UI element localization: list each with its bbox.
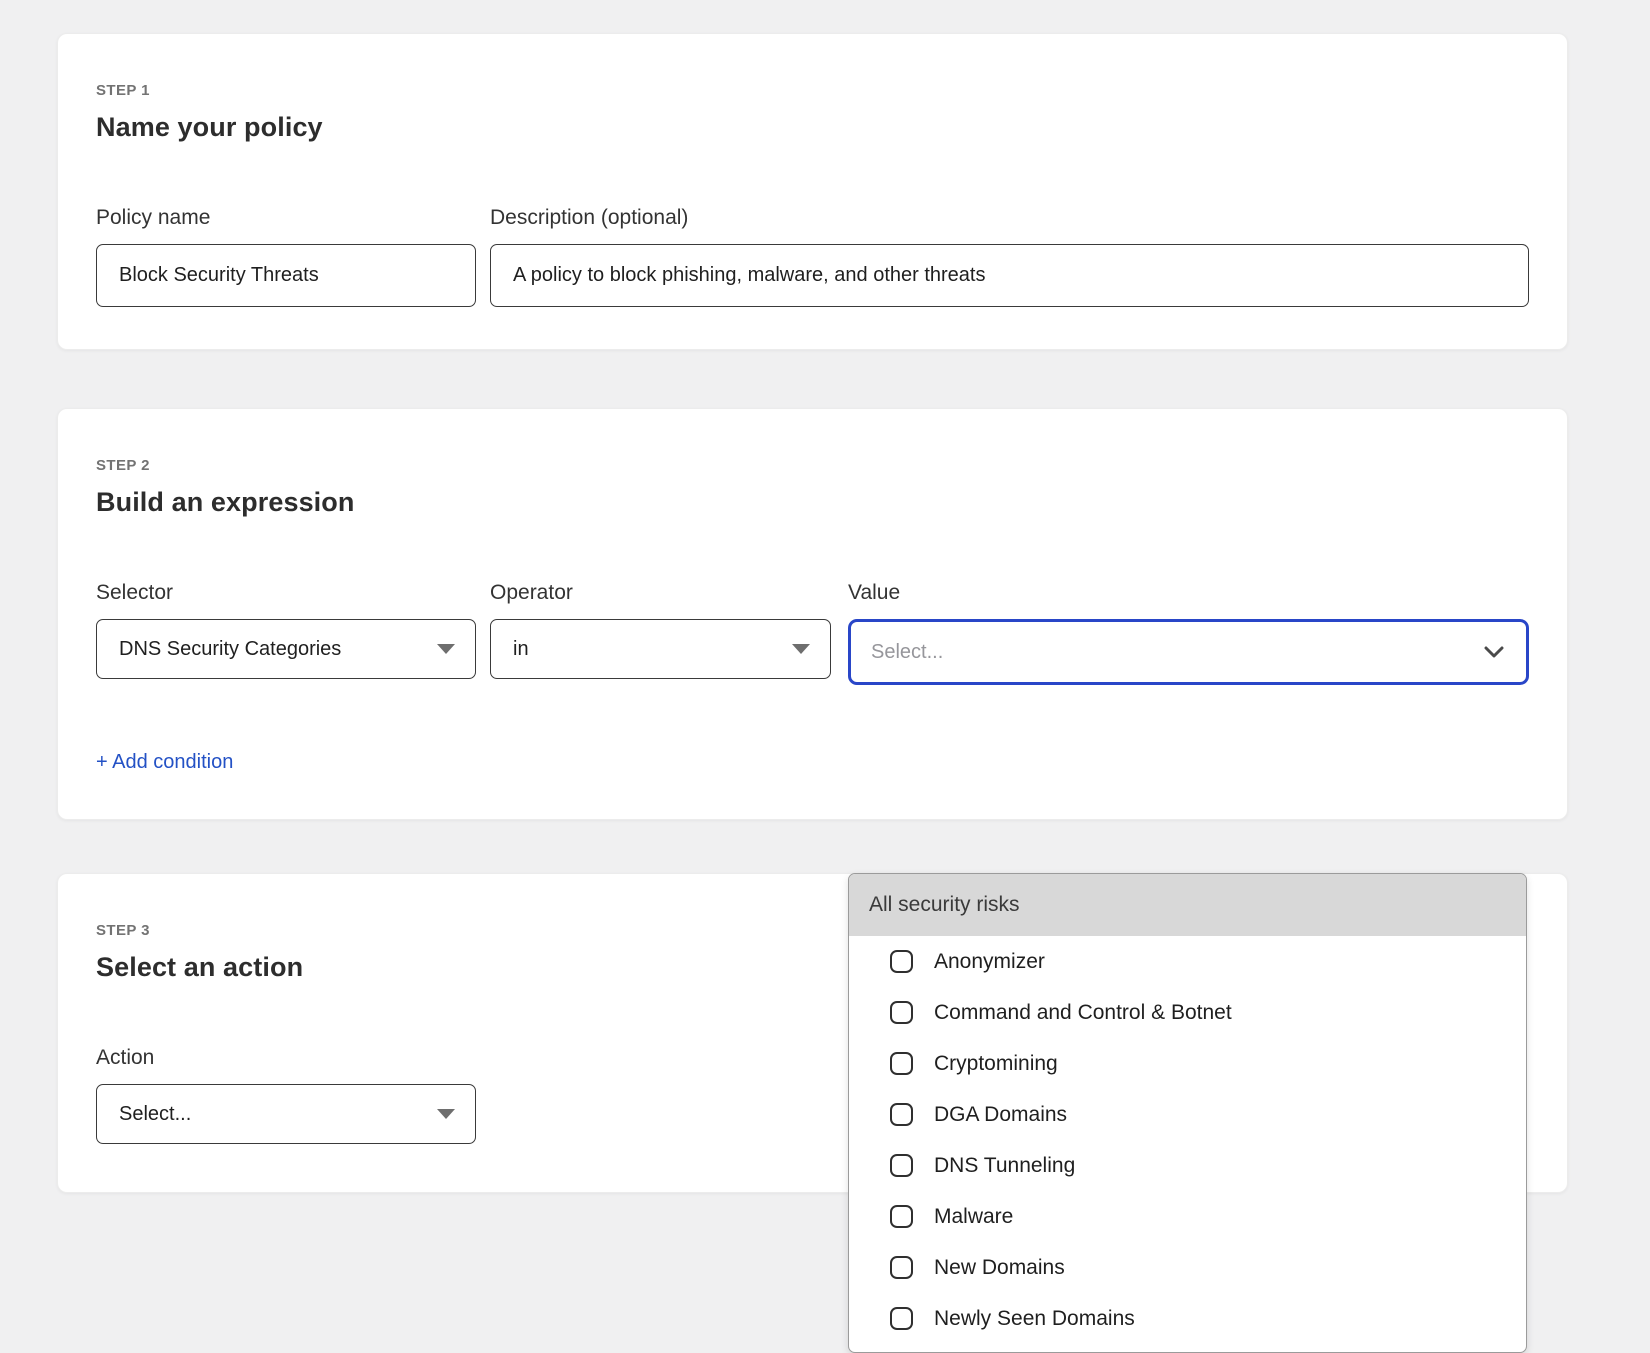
dropdown-option-label: DNS Tunneling — [934, 1154, 1075, 1178]
step2-card: STEP 2 Build an expression Selector DNS … — [57, 408, 1568, 820]
dropdown-option[interactable]: Anonymizer — [849, 936, 1526, 987]
value-dropdown-panel: All security risks Anonymizer Command an… — [848, 873, 1527, 1353]
action-label: Action — [96, 1045, 476, 1071]
checkbox-unchecked-icon[interactable] — [890, 1205, 913, 1228]
operator-select-value: in — [513, 638, 529, 661]
dropdown-option-label: Cryptomining — [934, 1052, 1058, 1076]
selector-select[interactable]: DNS Security Categories — [96, 619, 476, 679]
dropdown-option[interactable]: Cryptomining — [849, 1038, 1526, 1089]
caret-down-icon — [792, 644, 810, 654]
dropdown-option-label: Command and Control & Botnet — [934, 1001, 1232, 1025]
dropdown-option-label: Anonymizer — [934, 950, 1045, 974]
caret-down-icon — [437, 644, 455, 654]
action-select-value: Select... — [119, 1103, 191, 1126]
step2-label: STEP 2 — [96, 457, 1529, 474]
dropdown-option-label: Malware — [934, 1205, 1013, 1229]
dropdown-option-label: New Domains — [934, 1256, 1065, 1280]
dropdown-option[interactable]: New Domains — [849, 1242, 1526, 1293]
dropdown-option[interactable]: Newly Seen Domains — [849, 1293, 1526, 1344]
selector-label: Selector — [96, 580, 476, 606]
caret-down-icon — [437, 1109, 455, 1119]
dropdown-group-header: All security risks — [849, 874, 1526, 936]
dropdown-option[interactable]: DNS Tunneling — [849, 1140, 1526, 1191]
checkbox-unchecked-icon[interactable] — [890, 1154, 913, 1177]
add-condition-link[interactable]: + Add condition — [96, 751, 233, 774]
dropdown-options-list: Anonymizer Command and Control & Botnet … — [849, 936, 1526, 1344]
operator-label: Operator — [490, 580, 831, 606]
value-label: Value — [848, 580, 1529, 606]
step1-card: STEP 1 Name your policy Policy name Desc… — [57, 33, 1568, 350]
policy-name-input[interactable] — [96, 244, 476, 307]
description-label: Description (optional) — [490, 205, 1529, 231]
checkbox-unchecked-icon[interactable] — [890, 1001, 913, 1024]
dropdown-option[interactable]: Malware — [849, 1191, 1526, 1242]
checkbox-unchecked-icon[interactable] — [890, 1307, 913, 1330]
value-multiselect[interactable]: Select... — [848, 619, 1529, 685]
checkbox-unchecked-icon[interactable] — [890, 1256, 913, 1279]
checkbox-unchecked-icon[interactable] — [890, 1103, 913, 1126]
chevron-down-icon — [1484, 646, 1504, 658]
step1-label: STEP 1 — [96, 82, 1529, 99]
operator-select[interactable]: in — [490, 619, 831, 679]
value-placeholder: Select... — [871, 641, 943, 664]
step2-title: Build an expression — [96, 487, 1529, 518]
dropdown-option-label: DGA Domains — [934, 1103, 1067, 1127]
dropdown-option[interactable]: DGA Domains — [849, 1089, 1526, 1140]
checkbox-unchecked-icon[interactable] — [890, 1052, 913, 1075]
selector-select-value: DNS Security Categories — [119, 638, 341, 661]
dropdown-option-label: Newly Seen Domains — [934, 1307, 1135, 1331]
action-select[interactable]: Select... — [96, 1084, 476, 1144]
checkbox-unchecked-icon[interactable] — [890, 950, 913, 973]
dropdown-option[interactable]: Command and Control & Botnet — [849, 987, 1526, 1038]
description-input[interactable] — [490, 244, 1529, 307]
step1-title: Name your policy — [96, 112, 1529, 143]
policy-name-label: Policy name — [96, 205, 476, 231]
